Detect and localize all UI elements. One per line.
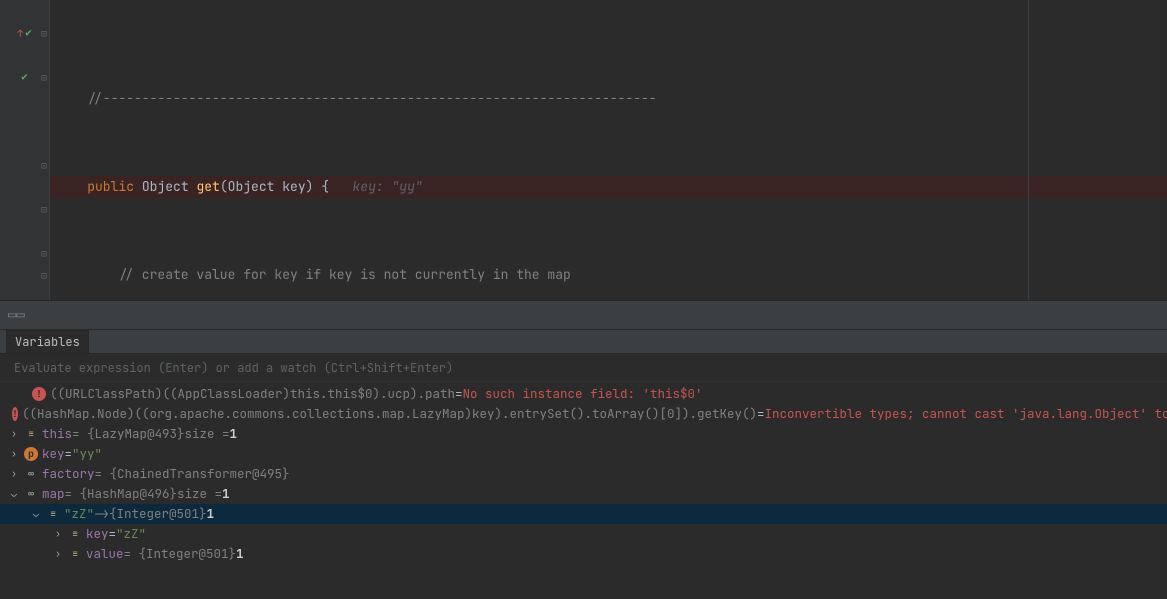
fold-icon: ⊟ <box>41 71 47 84</box>
debug-panel: Variables Evaluate expression (Enter) or… <box>0 330 1167 599</box>
fold-marker[interactable]: ⊟ <box>0 22 49 44</box>
var-key[interactable]: › p key = "yy" <box>0 444 1167 464</box>
expand-icon[interactable]: › <box>8 444 20 464</box>
right-margin <box>1028 0 1029 300</box>
expand-icon[interactable]: › <box>8 464 20 484</box>
param-icon: p <box>24 447 38 461</box>
placeholder-text: Evaluate expression (Enter) or add a wat… <box>14 360 453 376</box>
collapse-icon[interactable]: ⌄ <box>30 504 42 524</box>
var-value: = {ChainedTransformer@495} <box>95 464 290 484</box>
debug-tabs: Variables <box>0 330 1167 354</box>
comment: // create value for key if key is not cu… <box>118 266 570 283</box>
error-icon: ! <box>32 387 46 401</box>
field-icon: ≡ <box>68 547 82 561</box>
object-icon: ∞ <box>24 487 38 501</box>
var-this[interactable]: › ≡ this = {LazyMap@493} size = 1 <box>0 424 1167 444</box>
watch-error-row[interactable]: ! ((HashMap.Node)((org.apache.commons.co… <box>0 404 1167 424</box>
var-value: = {LazyMap@493} <box>72 424 185 444</box>
var-name: value <box>86 544 124 564</box>
equals: = <box>109 524 117 544</box>
type: Object <box>142 178 189 195</box>
fold-end-icon: ⊡ <box>41 203 47 216</box>
fold-end[interactable]: ⊡ <box>0 198 49 220</box>
expand-icon[interactable]: › <box>8 424 20 444</box>
field-icon: ≡ <box>68 527 82 541</box>
error-message: No such instance field: 'this$0' <box>463 384 703 404</box>
code-line[interactable]: public Object get(Object key) { key: "yy… <box>50 176 1167 198</box>
error-icon: ! <box>12 407 18 421</box>
size-value: 1 <box>230 424 238 444</box>
fold-end[interactable]: ⊡ <box>0 154 49 176</box>
code-text: //--------------------------------------… <box>87 90 656 107</box>
fold-end-icon: ⊡ <box>41 269 47 282</box>
var-num: 1 <box>236 544 244 564</box>
watch-expr: ((URLClassPath)((AppClassLoader)this.thi… <box>50 384 455 404</box>
var-map[interactable]: ⌄ ∞ map = {HashMap@496} size = 1 <box>0 484 1167 504</box>
fold-icon: ⊟ <box>41 27 47 40</box>
var-value: "yy" <box>72 444 102 464</box>
entry-num: 1 <box>207 504 215 524</box>
error-message: Inconvertible types; cannot cast 'java.l… <box>765 404 1167 424</box>
var-value: = {Integer@501} <box>124 544 237 564</box>
equals: = <box>65 444 73 464</box>
method-name: get <box>196 178 219 195</box>
watch-expr: ((HashMap.Node)((org.apache.commons.coll… <box>22 404 757 424</box>
equals: = <box>455 384 463 404</box>
fold-marker[interactable]: ⊟ <box>0 242 49 264</box>
keyword: public <box>87 178 134 195</box>
var-factory[interactable]: › ∞ factory = {ChainedTransformer@495} <box>0 464 1167 484</box>
var-name: key <box>86 524 109 544</box>
layout-icon[interactable]: ▭▭ <box>8 306 25 324</box>
arrow-sep: -> <box>94 504 109 524</box>
var-name: factory <box>42 464 95 484</box>
entry-value: {Integer@501} <box>109 504 207 524</box>
panel-toolbar: ▭▭ <box>0 300 1167 330</box>
map-entry-key[interactable]: › ≡ key = "zZ" <box>0 524 1167 544</box>
code-area[interactable]: //--------------------------------------… <box>50 0 1167 300</box>
var-value: = {HashMap@496} <box>65 484 178 504</box>
var-value: "zZ" <box>116 524 146 544</box>
fold-end[interactable]: ⊡ <box>0 264 49 286</box>
size-label: size = <box>185 424 230 444</box>
field-icon: ≡ <box>46 507 60 521</box>
equals: = <box>757 404 765 424</box>
fold-icon: ⊟ <box>41 247 47 260</box>
map-entry[interactable]: ⌄ ≡ "zZ" -> {Integer@501} 1 <box>0 504 1167 524</box>
var-name: this <box>42 424 72 444</box>
field-icon: ≡ <box>24 427 38 441</box>
inline-hint: key: "yy" <box>352 178 422 195</box>
object-icon: ∞ <box>24 467 38 481</box>
variables-tab[interactable]: Variables <box>6 330 89 353</box>
watch-error-row[interactable]: ! ((URLClassPath)((AppClassLoader)this.t… <box>0 384 1167 404</box>
expand-icon[interactable]: › <box>52 544 64 564</box>
var-name: map <box>42 484 65 504</box>
var-name: key <box>42 444 65 464</box>
signature: (Object key) { <box>220 178 329 195</box>
collapse-icon[interactable]: ⌄ <box>8 484 20 504</box>
gutter: ↑ ✔ ⊟ ✔ ⊟ ⊡ ⊡ ⊟ ⊡ <box>0 0 50 300</box>
editor: ↑ ✔ ⊟ ✔ ⊟ ⊡ ⊡ ⊟ ⊡ //--------------------… <box>0 0 1167 300</box>
evaluate-input[interactable]: Evaluate expression (Enter) or add a wat… <box>0 354 1167 382</box>
variables-tree[interactable]: ! ((URLClassPath)((AppClassLoader)this.t… <box>0 382 1167 599</box>
fold-marker[interactable]: ⊟ <box>0 66 49 88</box>
size-label: size = <box>177 484 222 504</box>
entry-key: "zZ" <box>64 504 94 524</box>
fold-end-icon: ⊡ <box>41 159 47 172</box>
expand-icon[interactable]: › <box>52 524 64 544</box>
map-entry-value[interactable]: › ≡ value = {Integer@501} 1 <box>0 544 1167 564</box>
size-value: 1 <box>222 484 230 504</box>
